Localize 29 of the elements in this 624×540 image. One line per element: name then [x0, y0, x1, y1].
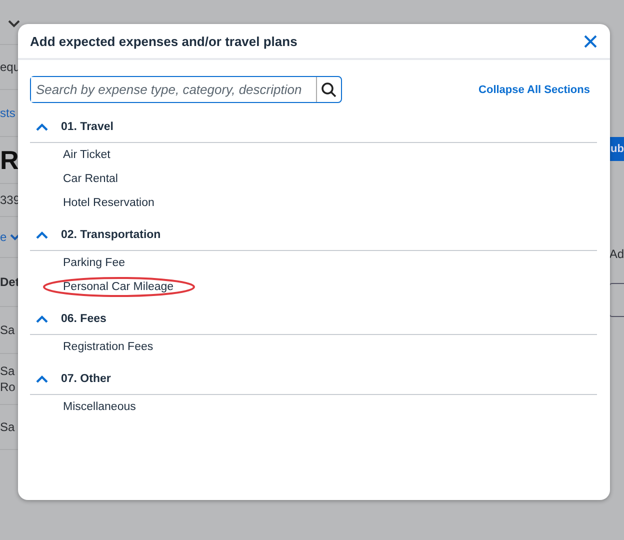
section-title[interactable]: 01. Travel: [61, 120, 114, 132]
chevron-up-icon[interactable]: [36, 122, 48, 130]
page-text: Sa: [0, 323, 15, 337]
dialog-title: Add expected expenses and/or travel plans: [30, 34, 298, 48]
expense-type-item[interactable]: Air Ticket: [63, 149, 110, 161]
chevron-up-icon[interactable]: [36, 374, 48, 382]
submit-button[interactable]: ub: [610, 137, 624, 161]
collapse-all-link[interactable]: Collapse All Sections: [478, 84, 590, 96]
section-title[interactable]: 07. Other: [61, 372, 111, 384]
expense-type-item[interactable]: Hotel Reservation: [63, 197, 154, 209]
column-header: Det: [0, 275, 20, 289]
expense-type-item[interactable]: Miscellaneous: [63, 401, 136, 413]
search-icon: [321, 82, 337, 98]
expense-type-item[interactable]: Parking Fee: [63, 257, 126, 269]
chevron-up-icon[interactable]: [36, 314, 48, 322]
expense-type-item[interactable]: Registration Fees: [63, 341, 154, 353]
expense-type-item[interactable]: Car Rental: [63, 173, 118, 185]
search-field[interactable]: Search by expense type, category, description: [30, 76, 342, 103]
section-title[interactable]: 06. Fees: [61, 312, 106, 324]
table-cell: Ro: [0, 380, 16, 394]
page-text: Ad: [610, 247, 624, 261]
section-title[interactable]: 02. Transportation: [61, 228, 161, 240]
chevron-up-icon[interactable]: [36, 230, 48, 238]
table-cell: Sa: [0, 364, 16, 378]
close-icon[interactable]: [584, 34, 597, 48]
page-text: Sa: [0, 420, 15, 434]
page-title: R: [0, 144, 19, 176]
chevron-down-icon[interactable]: [8, 20, 20, 28]
chevron-down-icon[interactable]: [10, 234, 20, 240]
